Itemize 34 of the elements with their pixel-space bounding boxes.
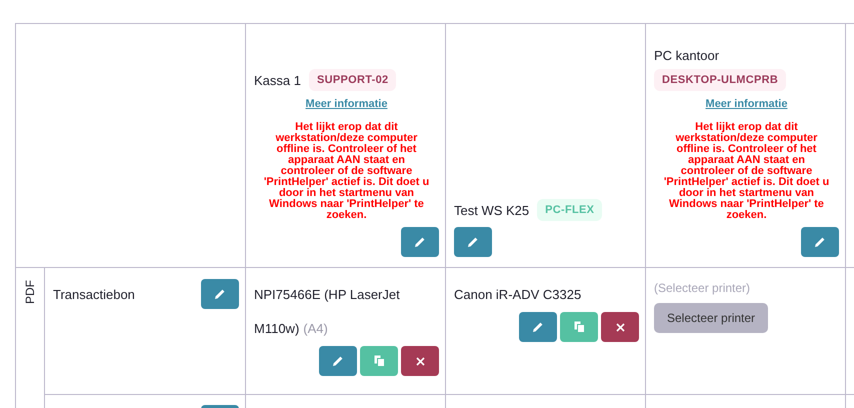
offline-warning: Het lijkt erop dat dit werkstation/deze computer offline is. Controleer of het apparaat AAN staat en controleer of de software 'PrintHelper' actief is. Dit doet u door in het startmenu van Windows naar 'PrintHelper' te zoeken. xyxy=(262,122,430,221)
hostname-tag: DESKTOP-ULMCPRB xyxy=(654,69,786,91)
hostname-tag: PC-FLEX xyxy=(537,199,602,221)
delete-button[interactable] xyxy=(601,312,639,342)
close-icon xyxy=(616,322,624,332)
hostname-tag: SUPPORT-02 xyxy=(308,69,396,91)
edit-button[interactable] xyxy=(454,227,492,257)
edit-button[interactable] xyxy=(519,312,557,342)
edit-button[interactable] xyxy=(801,227,839,257)
workstation-name: PC kantoor xyxy=(654,48,720,63)
more-info-link[interactable]: Meer informatie xyxy=(706,98,788,110)
pencil-icon xyxy=(214,288,226,300)
printer-name: NPI75466E (HP LaserJet M110w) (A4) xyxy=(254,286,401,338)
edit-button[interactable] xyxy=(319,346,357,376)
pencil-icon xyxy=(332,355,344,367)
edit-button[interactable] xyxy=(401,227,439,257)
select-printer-button[interactable]: Selecteer printer xyxy=(654,303,768,333)
workstation-name: Kassa 1 xyxy=(254,72,301,88)
placeholder-text: (Selecteer printer) xyxy=(654,280,750,296)
close-icon xyxy=(416,356,424,366)
more-info-link[interactable]: Meer informatie xyxy=(306,98,388,110)
pencil-icon xyxy=(814,236,826,248)
pencil-icon xyxy=(414,236,426,248)
delete-button[interactable] xyxy=(401,346,439,376)
edit-button[interactable] xyxy=(201,279,239,309)
offline-warning: Het lijkt erop dat dit werkstation/deze computer offline is. Controleer of het apparaat AAN staat en controleer of de software 'PrintHelper' actief is. Dit doet u door in het startmenu van Windows naar 'PrintHelper' te zoeken. xyxy=(662,122,830,221)
copy-icon xyxy=(574,321,584,333)
printer-name: Canon iR-ADV C3325 xyxy=(454,286,582,304)
workstation-name: Test WS K25 xyxy=(454,202,530,218)
document-name: Transactiebon xyxy=(53,287,135,302)
group-label: PDF xyxy=(23,280,37,304)
pencil-icon xyxy=(467,236,479,248)
copy-icon xyxy=(374,355,384,367)
pencil-icon xyxy=(532,321,544,333)
